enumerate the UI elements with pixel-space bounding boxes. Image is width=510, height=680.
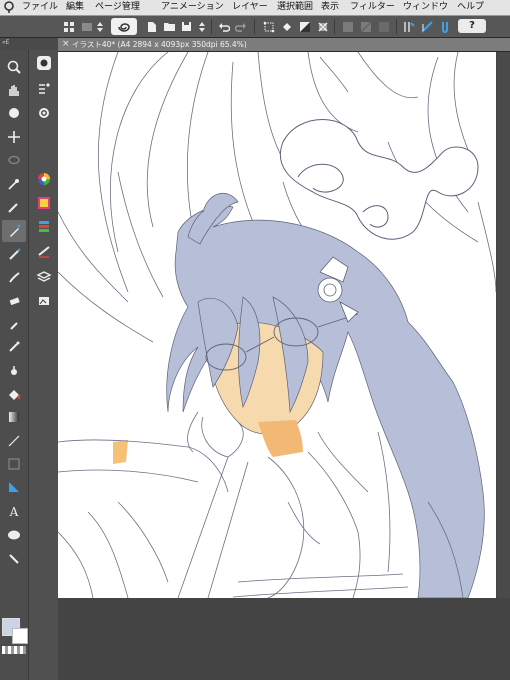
menu-bar: ファイル 編集 ページ管理 アニメーション レイヤー 選択範囲 表示 フィルター… bbox=[0, 0, 510, 16]
menu-help[interactable]: ヘルプ bbox=[457, 2, 484, 13]
help-button[interactable]: ? bbox=[458, 19, 486, 33]
canvas-area bbox=[58, 52, 510, 680]
toolbar-separator bbox=[396, 19, 397, 34]
gradient-icon[interactable] bbox=[2, 406, 26, 428]
correct-line-icon[interactable] bbox=[2, 547, 26, 569]
frame-icon[interactable] bbox=[2, 453, 26, 475]
transform-icon[interactable] bbox=[261, 18, 277, 35]
color-wheel-icon[interactable] bbox=[32, 168, 56, 190]
sub-color-swatch[interactable] bbox=[12, 628, 28, 644]
hair-fill bbox=[166, 192, 485, 598]
clip-studio-swirl-button[interactable] bbox=[111, 18, 137, 35]
color-palette-icon[interactable] bbox=[32, 192, 56, 214]
clip-studio-logo-icon[interactable] bbox=[3, 1, 15, 13]
open-folder-icon[interactable] bbox=[162, 18, 177, 35]
material-icon[interactable] bbox=[32, 290, 56, 312]
tool-panel-strip: «E A bbox=[0, 38, 58, 680]
toolbar-separator bbox=[334, 19, 335, 34]
ruler-icon[interactable] bbox=[2, 476, 26, 498]
menu-layer[interactable]: レイヤー bbox=[232, 2, 268, 13]
command-bar bbox=[0, 16, 510, 38]
show-grid-disabled-icon bbox=[340, 18, 356, 35]
sub-tool-icon[interactable] bbox=[32, 78, 56, 100]
document-tab[interactable]: × イラスト40* (A4 2894 x 4093px 350dpi 65.4%… bbox=[58, 38, 510, 52]
decoration-icon[interactable] bbox=[2, 360, 26, 382]
grid-menu-icon[interactable] bbox=[61, 18, 77, 35]
snap-to-ruler-icon[interactable] bbox=[401, 18, 417, 35]
canvas[interactable] bbox=[58, 52, 496, 598]
layer-icon[interactable] bbox=[32, 266, 56, 288]
pen-icon[interactable] bbox=[2, 220, 26, 242]
panel-collapse-header[interactable]: «E bbox=[0, 38, 58, 50]
navigator-icon[interactable] bbox=[32, 240, 56, 262]
snap-to-grid-icon[interactable] bbox=[437, 18, 453, 35]
transparent-color-swatch[interactable] bbox=[2, 646, 26, 654]
auto-select-icon[interactable] bbox=[2, 173, 26, 195]
new-canvas-disabled-icon bbox=[80, 18, 94, 35]
blend-icon[interactable] bbox=[2, 313, 26, 335]
fill-icon[interactable] bbox=[2, 383, 26, 405]
curl-ornament bbox=[279, 119, 479, 240]
toolbar-separator bbox=[254, 19, 255, 34]
document-tab-title: イラスト40* (A4 2894 x 4093px 350dpi 65.4%) bbox=[72, 40, 247, 49]
snap-to-special-ruler-icon[interactable] bbox=[419, 18, 435, 35]
illustration bbox=[58, 52, 496, 598]
menu-view[interactable]: 表示 bbox=[321, 2, 339, 13]
menu-selection[interactable]: 選択範囲 bbox=[277, 2, 313, 13]
menu-animation[interactable]: アニメーション bbox=[161, 2, 224, 13]
line-icon[interactable] bbox=[2, 430, 26, 452]
show-ruler-disabled-icon bbox=[358, 18, 374, 35]
lasso-select-icon[interactable] bbox=[2, 150, 26, 172]
stepper-arrows-icon[interactable] bbox=[95, 18, 105, 35]
menu-file[interactable]: ファイル bbox=[22, 2, 58, 13]
fill-bucket-icon[interactable] bbox=[279, 18, 295, 35]
airbrush-icon[interactable] bbox=[2, 336, 26, 358]
menu-window[interactable]: ウィンドウ bbox=[403, 2, 448, 13]
save-stepper-icon[interactable] bbox=[196, 18, 208, 35]
toolbar-separator bbox=[211, 19, 212, 34]
eraser-icon[interactable] bbox=[2, 290, 26, 312]
move-icon[interactable] bbox=[2, 126, 26, 148]
redo-icon[interactable] bbox=[233, 18, 249, 35]
svg-text:A: A bbox=[9, 505, 19, 519]
close-tab-icon[interactable]: × bbox=[62, 38, 70, 51]
quick-access-icon[interactable] bbox=[32, 52, 56, 74]
pencil-icon[interactable] bbox=[2, 243, 26, 265]
save-icon[interactable] bbox=[179, 18, 193, 35]
rotate-icon[interactable] bbox=[2, 102, 26, 124]
panel-header-text: «E bbox=[2, 39, 10, 46]
invert-icon[interactable] bbox=[297, 18, 313, 35]
menu-filter[interactable]: フィルター bbox=[350, 2, 395, 13]
balloon-icon[interactable] bbox=[2, 524, 26, 546]
new-file-icon[interactable] bbox=[145, 18, 159, 35]
color-slider-icon[interactable] bbox=[32, 216, 56, 238]
crop-icon[interactable] bbox=[315, 18, 331, 35]
preview-disabled-icon bbox=[376, 18, 392, 35]
menu-edit[interactable]: 編集 bbox=[66, 2, 84, 13]
vertical-scrollbar[interactable] bbox=[497, 52, 510, 598]
tool-column: A bbox=[0, 50, 29, 680]
undo-icon[interactable] bbox=[216, 18, 232, 35]
hand-icon[interactable] bbox=[2, 79, 26, 101]
brush-icon[interactable] bbox=[2, 266, 26, 288]
tool-property-icon[interactable] bbox=[32, 102, 56, 124]
magnifier-icon[interactable] bbox=[2, 56, 26, 78]
text-icon[interactable]: A bbox=[2, 500, 26, 522]
menu-page-management[interactable]: ページ管理 bbox=[95, 2, 140, 13]
sub-panel-column bbox=[29, 50, 58, 680]
eyedropper-icon[interactable] bbox=[2, 196, 26, 218]
